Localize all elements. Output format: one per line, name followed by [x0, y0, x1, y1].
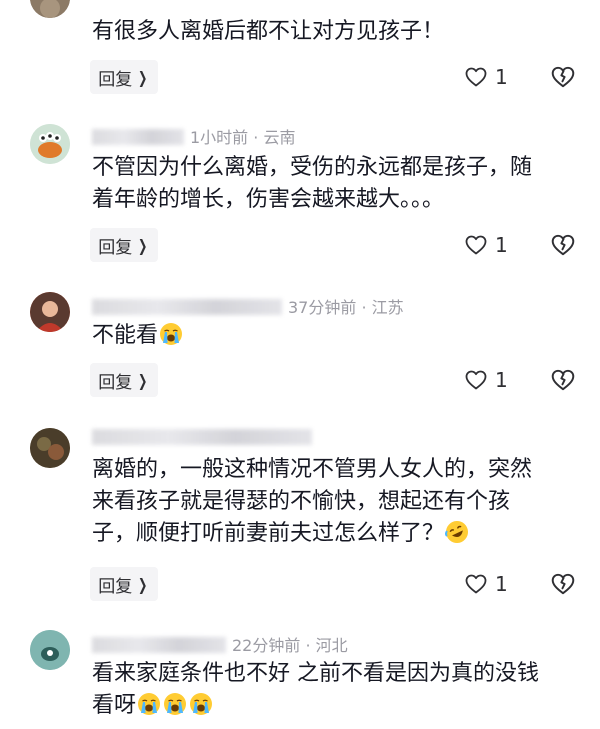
heart-outline-icon	[464, 233, 488, 257]
comment-text: 有很多人离婚后都不让对方见孩子！	[92, 19, 445, 44]
like-count: 1	[495, 368, 508, 392]
comment-text-line: 来看孩子就是得瑟的不愉快，想起还有个孩	[92, 489, 511, 514]
avatar[interactable]	[30, 124, 70, 164]
loudly-crying-emoji	[137, 692, 161, 716]
comment-text-line: 不管因为什么离婚，受伤的永远都是孩子，随	[92, 155, 533, 180]
blurred-username	[92, 129, 184, 145]
like-count: 1	[495, 65, 508, 89]
avatar[interactable]	[30, 428, 70, 468]
comment-text-line: 不能看	[92, 323, 159, 348]
broken-heart-icon[interactable]	[550, 367, 576, 393]
reply-button[interactable]: 回复 ❯	[90, 228, 158, 262]
broken-heart-icon[interactable]	[550, 64, 576, 90]
like-count: 1	[495, 572, 508, 596]
reply-label: 回复	[98, 372, 133, 393]
comment-meta: 22分钟前 · 河北	[92, 632, 348, 656]
rolling-on-floor-laughing-emoji	[445, 520, 469, 544]
chevron-right-icon: ❯	[138, 574, 148, 594]
heart-outline-icon	[464, 368, 488, 392]
reply-label: 回复	[98, 576, 133, 597]
comment-time-location: 22分钟前 · 河北	[232, 636, 348, 655]
reply-label: 回复	[98, 237, 133, 258]
reply-button[interactable]: 回复 ❯	[90, 60, 158, 94]
like-button[interactable]: 1	[464, 569, 508, 599]
loudly-crying-emoji	[163, 692, 187, 716]
like-button[interactable]: 1	[464, 365, 508, 395]
comment-text: 看来家庭条件也不好 之前不看是因为真的没钱 看呀	[92, 658, 572, 722]
heart-outline-icon	[464, 572, 488, 596]
broken-heart-icon[interactable]	[550, 571, 576, 597]
chevron-right-icon: ❯	[138, 67, 148, 87]
avatar[interactable]	[30, 292, 70, 332]
avatar[interactable]	[30, 0, 70, 18]
comment-text: 离婚的，一般这种情况不管男人女人的，突然 来看孩子就是得瑟的不愉快，想起还有个孩…	[92, 454, 572, 550]
loudly-crying-emoji	[159, 322, 183, 346]
chevron-right-icon: ❯	[138, 235, 148, 255]
loudly-crying-emoji	[189, 692, 213, 716]
blurred-username	[92, 637, 226, 653]
reply-button[interactable]: 回复 ❯	[90, 567, 158, 601]
comment-text-line: 离婚的，一般这种情况不管男人女人的，突然	[92, 457, 533, 482]
comment-text-line: 子，顺便打听前妻前夫过怎么样了？	[92, 521, 445, 546]
blurred-username	[92, 429, 312, 445]
comment-meta	[92, 428, 318, 447]
comment-text-line: 看呀	[92, 693, 137, 718]
comment-time-location: 1小时前 · 云南	[190, 128, 296, 147]
broken-heart-icon[interactable]	[550, 232, 576, 258]
comment-text: 不能看	[92, 320, 572, 352]
comment-text-line: 看来家庭条件也不好 之前不看是因为真的没钱	[92, 661, 539, 686]
like-button[interactable]: 1	[464, 230, 508, 260]
like-button[interactable]: 1	[464, 62, 508, 92]
reply-label: 回复	[98, 69, 133, 90]
comment-meta: 1小时前 · 云南	[92, 124, 295, 148]
comment-time-location: 37分钟前 · 江苏	[288, 298, 404, 317]
avatar[interactable]	[30, 630, 70, 670]
chevron-right-icon: ❯	[138, 370, 148, 390]
comment-text: 不管因为什么离婚，受伤的永远都是孩子，随 着年龄的增长，伤害会越来越大。。。	[92, 152, 572, 216]
like-count: 1	[495, 233, 508, 257]
blurred-username	[92, 299, 282, 315]
heart-outline-icon	[464, 65, 488, 89]
comment-text-line: 着年龄的增长，伤害会越来越大。。。	[92, 187, 445, 212]
comment-meta: 37分钟前 · 江苏	[92, 294, 404, 318]
reply-button[interactable]: 回复 ❯	[90, 363, 158, 397]
